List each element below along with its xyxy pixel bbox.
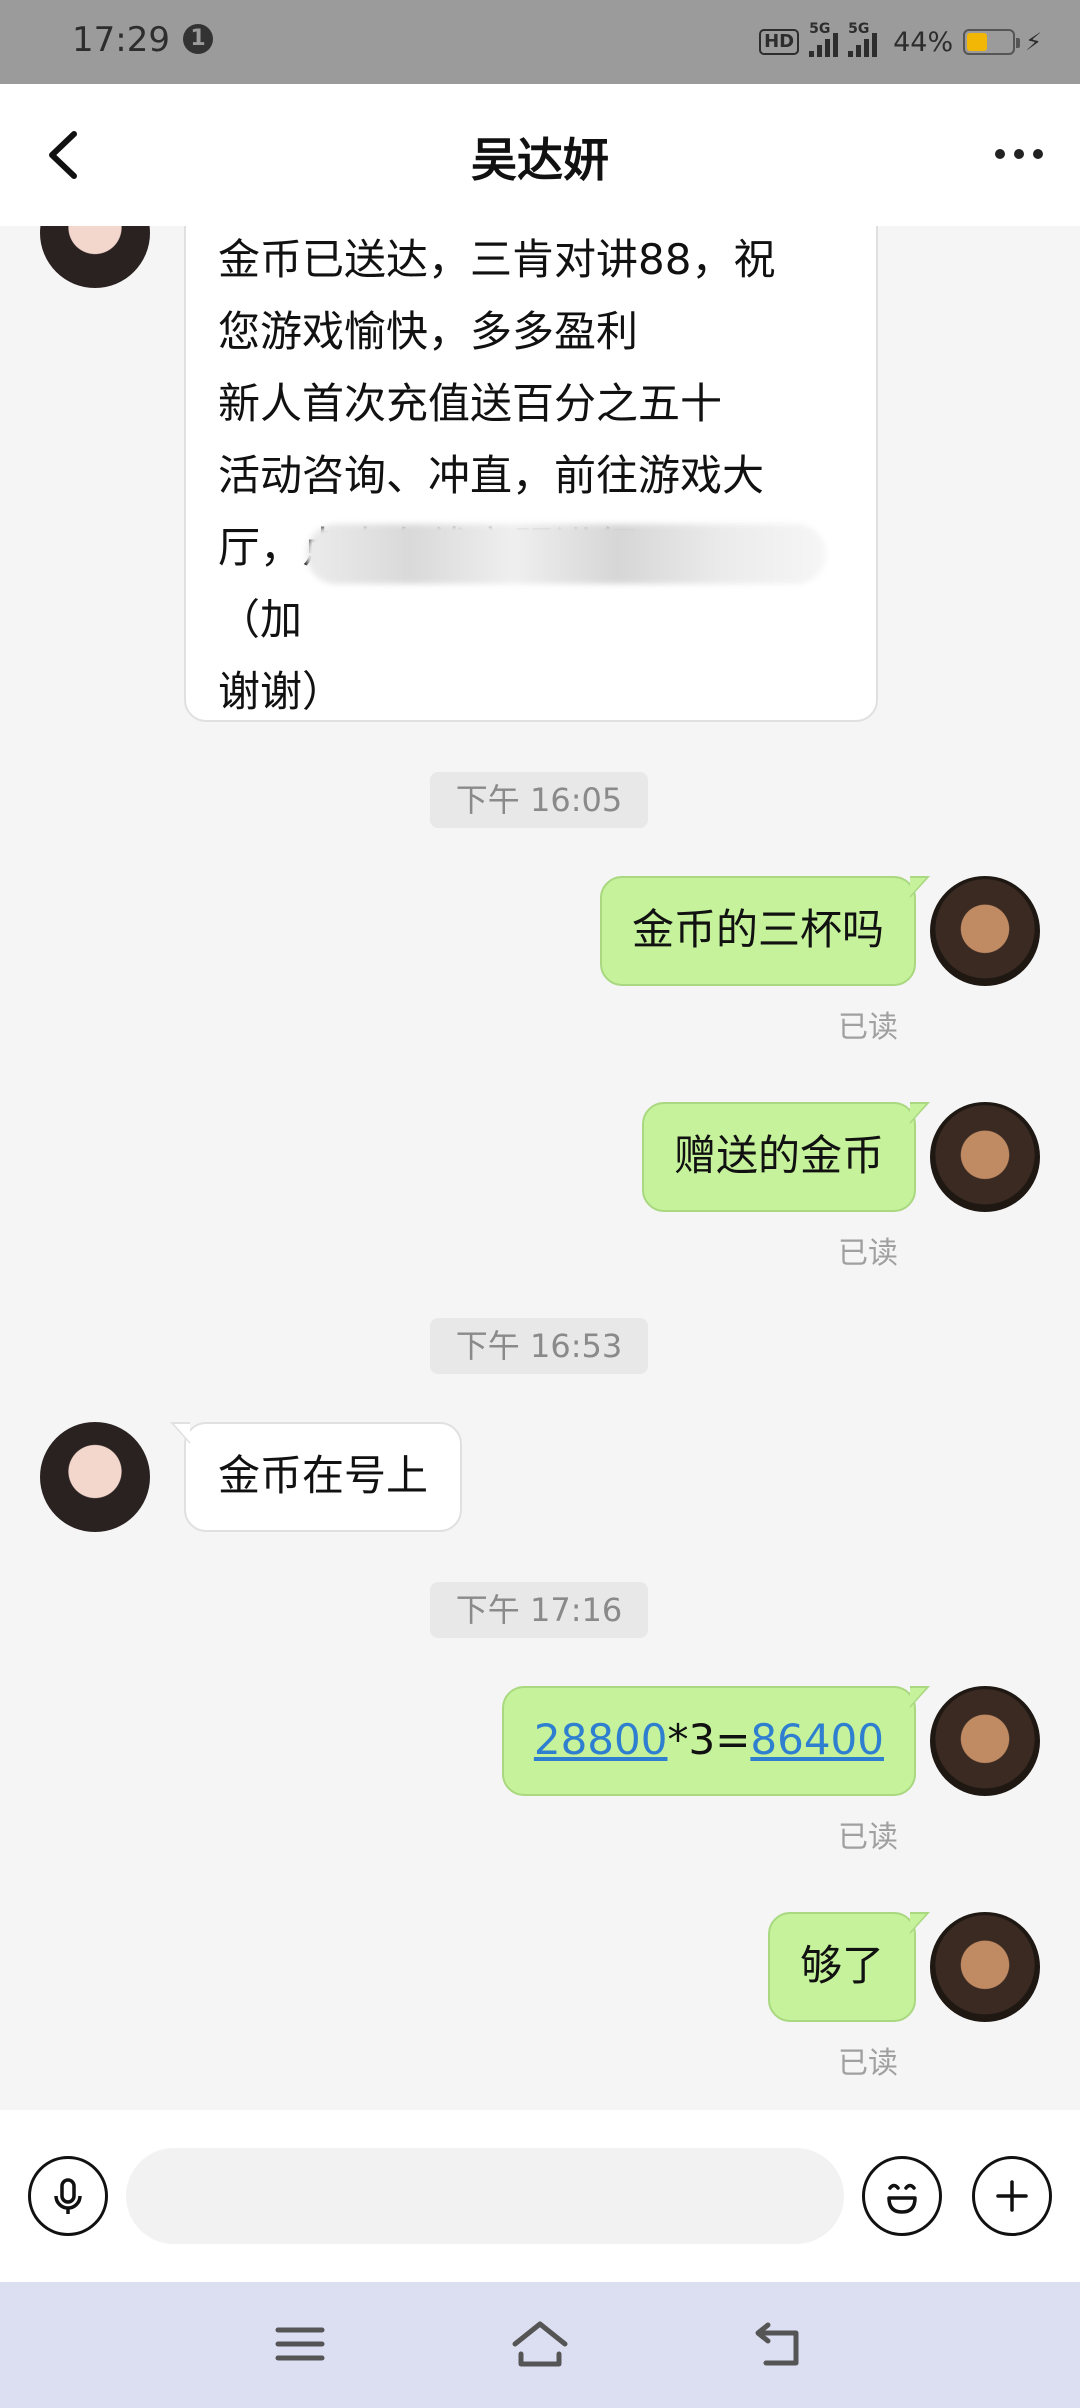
read-receipt: 已读 (838, 1820, 898, 1855)
message-bubble-outgoing[interactable]: 赠送的金币 (641, 1102, 931, 1212)
signal-icon-1: 5G (809, 21, 839, 57)
nav-back-button[interactable] (745, 2314, 815, 2374)
back-arrow-icon (755, 2322, 799, 2366)
message-text: 金币在号上 (218, 1451, 429, 1500)
message-line: 活动咨询、冲直，前往游戏大 (218, 451, 765, 500)
plus-button[interactable] (972, 2156, 1052, 2236)
read-receipt: 已读 (838, 1010, 898, 1045)
charging-icon: ⚡ (1025, 28, 1042, 56)
chat-title: 吴达妍 (471, 133, 609, 187)
nav-home-button[interactable] (505, 2314, 575, 2374)
menu-icon (275, 2327, 325, 2361)
plus-icon (996, 2180, 1028, 2212)
contact-avatar[interactable] (40, 1422, 150, 1532)
message-text: 金币的三杯吗 (631, 905, 884, 954)
time-divider: 下午 17:16 (430, 1582, 648, 1638)
emoji-button[interactable] (862, 2156, 942, 2236)
message-bubble-incoming[interactable]: 金币已送达，三肯对讲88，祝 您游戏愉快，多多盈利 新人首次充值送百分之五十 活… (184, 226, 878, 722)
read-receipt: 已读 (838, 1236, 898, 1271)
message-bubble-outgoing[interactable]: 金币的三杯吗 (599, 876, 931, 986)
time-divider: 下午 16:53 (430, 1318, 648, 1374)
home-icon (512, 2321, 568, 2367)
message-bubble-outgoing[interactable]: 够了 (767, 1912, 931, 2022)
message-bubble-outgoing[interactable]: 28800*3=86400 (501, 1686, 931, 1796)
status-bar: 17:29 1 HD 5G 5G 44% ⚡ (0, 0, 1080, 84)
nav-menu-button[interactable] (265, 2314, 335, 2374)
notification-badge: 1 (183, 24, 213, 54)
message-bubble-incoming[interactable]: 金币在号上 (169, 1422, 463, 1532)
message-text: 赠送的金币 (673, 1131, 884, 1180)
input-bar (0, 2110, 1080, 2282)
my-avatar[interactable] (930, 876, 1040, 986)
status-time: 17:29 (72, 20, 170, 60)
message-text: 够了 (799, 1941, 884, 1990)
message-line: 谢谢） (218, 667, 345, 716)
redacted-blur (306, 524, 826, 584)
more-dots-icon (995, 149, 1005, 159)
system-nav-bar (0, 2282, 1080, 2408)
microphone-icon (54, 2178, 82, 2214)
hd-icon: HD (759, 29, 800, 55)
message-line: 您游戏愉快，多多盈利 (218, 307, 639, 356)
battery-percent: 44% (893, 26, 954, 58)
signal-icon-2: 5G (848, 21, 878, 57)
voice-button[interactable] (28, 2156, 108, 2236)
message-line: 金币已送达，三肯对讲88，祝 (218, 235, 776, 284)
message-line: 新人首次充值送百分之五十 (218, 379, 723, 428)
message-text: *3= (667, 1715, 751, 1764)
phone-link[interactable]: 28800 (534, 1715, 668, 1764)
time-divider: 下午 16:05 (430, 772, 648, 828)
more-button[interactable] (984, 124, 1054, 184)
phone-link[interactable]: 86400 (750, 1715, 884, 1764)
message-line: （加 (218, 595, 303, 644)
my-avatar[interactable] (930, 1102, 1040, 1212)
emoji-icon (887, 2183, 917, 2214)
chat-area[interactable]: 金币已送达，三肯对讲88，祝 您游戏愉快，多多盈利 新人首次充值送百分之五十 活… (0, 226, 1080, 2110)
my-avatar[interactable] (930, 1686, 1040, 1796)
battery-icon (963, 29, 1021, 55)
chat-header: 吴达妍 (0, 84, 1080, 226)
status-icons: HD 5G 5G 44% ⚡ (759, 21, 1042, 62)
contact-avatar[interactable] (40, 226, 150, 288)
message-input[interactable] (126, 2148, 844, 2244)
my-avatar[interactable] (930, 1912, 1040, 2022)
read-receipt: 已读 (838, 2046, 898, 2081)
